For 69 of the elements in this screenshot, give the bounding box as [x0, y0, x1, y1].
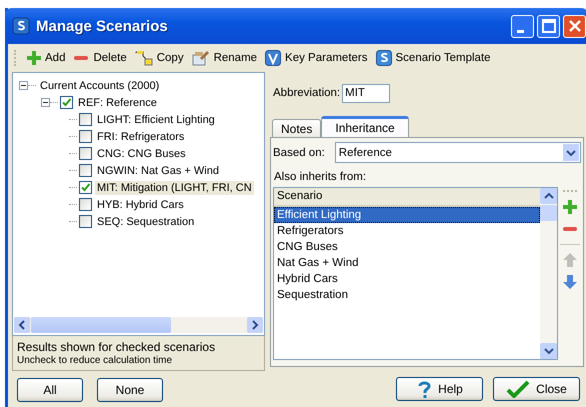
collapse-icon[interactable]	[41, 98, 50, 107]
scroll-right-button[interactable]	[247, 317, 263, 333]
based-on-label: Based on:	[273, 146, 325, 158]
hint-text: Uncheck to reduce calculation time	[17, 355, 174, 366]
checkbox[interactable]	[79, 181, 92, 194]
tree-item[interactable]: LIGHT: Efficient Lighting	[95, 112, 217, 126]
plus-icon	[27, 50, 41, 66]
info-text: Results shown for checked scenarios	[17, 340, 216, 354]
toolbar-grip[interactable]	[14, 50, 19, 66]
toolbar-button[interactable]: Rename	[188, 48, 262, 68]
scroll-up-button[interactable]	[540, 188, 557, 204]
down-arrow-icon[interactable]	[562, 275, 576, 289]
minimize-icon	[517, 30, 524, 33]
maximize-button[interactable]	[537, 14, 560, 38]
collapse-icon[interactable]	[19, 81, 28, 90]
checkbox[interactable]	[79, 215, 92, 228]
checkbox[interactable]	[60, 96, 73, 109]
rename-icon	[192, 50, 210, 66]
scroll-left-button[interactable]	[14, 317, 30, 333]
checkbox[interactable]	[79, 147, 92, 160]
checkbox[interactable]	[79, 130, 92, 143]
tree-item[interactable]: HYB: Hybrid Cars	[95, 198, 186, 212]
window-title: Manage Scenarios	[36, 18, 168, 34]
list-item[interactable]: Efficient Lighting	[274, 207, 540, 223]
tree-item[interactable]: REF: Reference	[76, 96, 159, 110]
list-item[interactable]: CNG Buses	[274, 239, 540, 255]
tab[interactable]: Inheritance	[321, 116, 409, 137]
abbreviation-field[interactable]: MIT	[342, 84, 390, 102]
dialog-button[interactable]: None	[97, 378, 163, 402]
copy-icon	[134, 50, 153, 66]
vertical-scrollbar[interactable]	[540, 188, 557, 359]
question-mark-icon	[416, 380, 432, 398]
checkbox[interactable]	[79, 113, 92, 126]
list-item[interactable]: Nat Gas + Wind	[274, 255, 540, 271]
close-button[interactable]	[563, 14, 586, 38]
close-button[interactable]: Close	[493, 377, 580, 401]
parameters-icon	[265, 50, 282, 66]
checkbox[interactable]	[79, 198, 92, 211]
list-item[interactable]: Hybrid Cars	[274, 271, 540, 287]
checkmark-icon	[506, 380, 530, 398]
tab[interactable]: Notes	[272, 119, 322, 137]
tree-item[interactable]: SEQ: Sequestration	[95, 214, 196, 228]
plus-icon[interactable]	[562, 200, 576, 214]
toolbar-button[interactable]: Copy	[130, 48, 188, 68]
minimize-button[interactable]	[511, 14, 534, 38]
scrollbar-thumb[interactable]	[540, 205, 557, 221]
column-header[interactable]: Scenario	[274, 188, 540, 207]
dialog-button[interactable]: All	[17, 378, 83, 402]
scrollbar-thumb[interactable]	[31, 317, 171, 333]
list-item[interactable]: Refrigerators	[274, 223, 540, 239]
based-on-dropdown[interactable]: Reference	[334, 142, 581, 163]
toolbar-button[interactable]: Key Parameters	[261, 48, 372, 68]
toolbar-button[interactable]: Scenario Template	[372, 48, 495, 68]
tree-item[interactable]: NGWIN: Nat Gas + Wind	[95, 164, 221, 178]
checkbox[interactable]	[79, 164, 92, 177]
also-inherits-label: Also inherits from:	[274, 171, 368, 183]
template-icon	[376, 50, 392, 66]
scroll-down-button[interactable]	[540, 343, 557, 359]
horizontal-scrollbar[interactable]	[14, 317, 263, 333]
tree-item[interactable]: FRI: Refrigerators	[95, 130, 186, 144]
tree-item[interactable]: CNG: CNG Buses	[95, 146, 188, 160]
app-icon	[12, 17, 30, 35]
tree-item[interactable]: MIT: Mitigation (LIGHT, FRI, CN	[95, 180, 254, 194]
help-button[interactable]: Help	[396, 377, 483, 401]
toolbar-button[interactable]: Delete	[69, 48, 131, 68]
list-item[interactable]: Sequestration	[274, 287, 540, 303]
toolbar-button[interactable]: Add	[23, 48, 70, 68]
abbreviation-label: Abbreviation:	[273, 87, 340, 99]
tree-item[interactable]: Current Accounts (2000)	[38, 78, 162, 92]
